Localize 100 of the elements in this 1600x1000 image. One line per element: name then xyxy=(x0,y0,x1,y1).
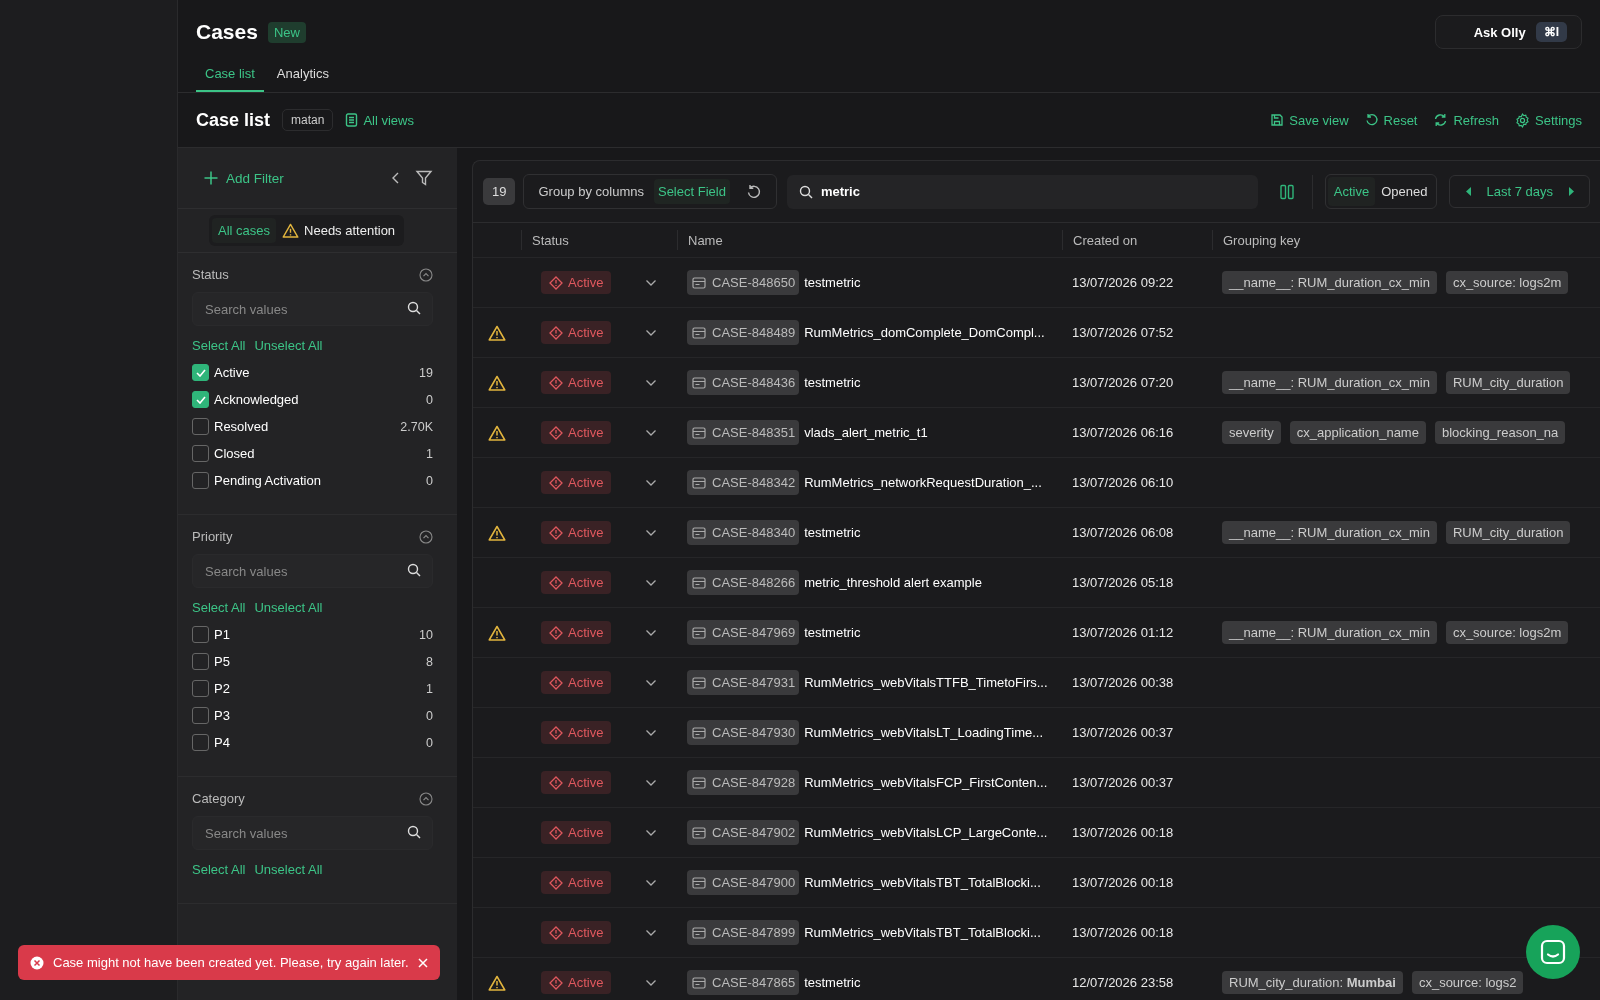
case-id-tag[interactable]: CASE-848342 xyxy=(687,470,800,495)
view-name-chip[interactable]: matan xyxy=(282,109,334,131)
chevron-down-icon[interactable] xyxy=(645,278,658,287)
close-icon[interactable] xyxy=(417,957,428,968)
chevron-down-icon[interactable] xyxy=(645,478,658,487)
chevron-down-icon[interactable] xyxy=(645,528,658,537)
chevron-down-icon[interactable] xyxy=(645,428,658,437)
case-id-tag[interactable]: CASE-847865 xyxy=(687,970,800,995)
select-all-link[interactable]: Select All xyxy=(192,600,246,615)
collapse-icon[interactable] xyxy=(419,529,433,544)
select-all-link[interactable]: Select All xyxy=(192,862,246,877)
all-views-link[interactable]: All views xyxy=(345,112,414,128)
case-id-tag[interactable]: CASE-847899 xyxy=(687,920,800,945)
grouping-key-tag: RUM_city_duration: Mumbai xyxy=(1222,971,1403,994)
checkbox[interactable] xyxy=(192,391,209,408)
chevron-down-icon[interactable] xyxy=(645,978,658,987)
collapse-icon[interactable] xyxy=(391,171,401,185)
chevron-down-icon[interactable] xyxy=(645,778,658,787)
case-id-tag[interactable]: CASE-848340 xyxy=(687,520,800,545)
column-header[interactable]: Grouping key xyxy=(1223,232,1301,248)
checkbox[interactable] xyxy=(192,418,209,435)
chevron-down-icon[interactable] xyxy=(645,828,658,837)
case-id-tag[interactable]: CASE-847931 xyxy=(687,670,800,695)
tab[interactable]: Case list xyxy=(196,58,264,92)
chevron-down-icon[interactable] xyxy=(645,928,658,937)
collapse-icon[interactable] xyxy=(419,267,433,282)
column-header[interactable]: Name xyxy=(688,232,723,248)
case-id-tag[interactable]: CASE-847900 xyxy=(687,870,800,895)
column-header[interactable]: Created on xyxy=(1073,232,1138,248)
scope-tab[interactable]: All cases xyxy=(212,218,277,243)
filter-group-title: Category xyxy=(192,791,245,806)
chevron-down-icon[interactable] xyxy=(645,728,658,737)
checkbox[interactable] xyxy=(192,445,209,462)
checkbox[interactable] xyxy=(192,364,209,381)
case-id-tag[interactable]: CASE-847969 xyxy=(687,620,800,645)
chevron-down-icon[interactable] xyxy=(645,878,658,887)
case-id-tag[interactable]: CASE-847928 xyxy=(687,770,800,795)
checkbox[interactable] xyxy=(192,472,209,489)
option-label: Pending Activation xyxy=(214,473,321,488)
case-id-tag[interactable]: CASE-848436 xyxy=(687,370,800,395)
alert-diamond-icon xyxy=(549,925,563,940)
chevron-down-icon[interactable] xyxy=(645,328,658,337)
add-filter-button[interactable]: Add Filter xyxy=(204,170,284,186)
checkbox[interactable] xyxy=(192,626,209,643)
case-id-tag[interactable]: CASE-848351 xyxy=(687,420,800,445)
chevron-down-icon[interactable] xyxy=(645,578,658,587)
unselect-all-link[interactable]: Unselect All xyxy=(254,600,323,615)
alert-diamond-icon xyxy=(549,875,563,890)
status-badge: Active xyxy=(541,971,612,994)
state-toggle-option[interactable]: Active xyxy=(1327,177,1376,206)
chevron-down-icon[interactable] xyxy=(645,378,658,387)
search-field[interactable]: Search values xyxy=(192,292,433,326)
select-field-button[interactable]: Select Field xyxy=(653,179,730,204)
scope-tab[interactable]: Needs attention xyxy=(276,218,402,243)
time-range-picker[interactable]: Last 7 days xyxy=(1448,175,1590,208)
undo-icon[interactable] xyxy=(745,183,762,200)
checkbox[interactable] xyxy=(192,680,209,697)
status-badge: Active xyxy=(541,571,612,594)
check-icon xyxy=(195,368,206,377)
tab[interactable]: Analytics xyxy=(267,58,338,92)
refresh-link[interactable]: Refresh xyxy=(1433,112,1499,128)
columns-icon[interactable] xyxy=(1279,183,1294,200)
state-toggle-option[interactable]: Opened xyxy=(1375,177,1434,206)
case-id-tag[interactable]: CASE-847930 xyxy=(687,720,800,745)
chevron-down-icon[interactable] xyxy=(645,628,658,637)
list-icon xyxy=(345,113,359,127)
previous-icon[interactable] xyxy=(1465,187,1472,196)
warning-icon xyxy=(488,374,506,391)
column-header[interactable]: Status xyxy=(532,232,569,248)
case-name: RumMetrics_webVitalsTTFB_TimetoFirs... xyxy=(804,675,1048,690)
case-id-tag[interactable]: CASE-848650 xyxy=(687,270,800,295)
checkbox[interactable] xyxy=(192,707,209,724)
unselect-all-link[interactable]: Unselect All xyxy=(254,862,323,877)
search-field[interactable]: metric xyxy=(786,174,1258,209)
reset-link[interactable]: Reset xyxy=(1364,112,1418,128)
warning-icon xyxy=(282,223,300,238)
warning-icon xyxy=(488,424,506,441)
checkbox[interactable] xyxy=(192,653,209,670)
next-icon[interactable] xyxy=(1568,187,1574,196)
case-id-tag[interactable]: CASE-848489 xyxy=(687,320,800,345)
created-date: 13/07/2026 00:37 xyxy=(1072,725,1174,740)
collapse-icon[interactable] xyxy=(419,791,433,806)
card-icon xyxy=(692,626,706,639)
case-name: RumMetrics_webVitalsTBT_TotalBlocki... xyxy=(804,875,1041,890)
search-field[interactable]: Search values xyxy=(192,554,433,588)
select-all-link[interactable]: Select All xyxy=(192,338,246,353)
ask-olly-button[interactable]: Ask Olly ⌘I xyxy=(1434,15,1582,49)
checkbox[interactable] xyxy=(192,734,209,751)
save-link[interactable]: Save view xyxy=(1270,112,1349,128)
case-id-tag[interactable]: CASE-847902 xyxy=(687,820,800,845)
unselect-all-link[interactable]: Unselect All xyxy=(254,338,323,353)
search-field[interactable]: Search values xyxy=(192,816,433,850)
chevron-down-icon[interactable] xyxy=(645,678,658,687)
case-id-tag[interactable]: CASE-848266 xyxy=(687,570,800,595)
card-icon xyxy=(692,976,706,989)
status-badge: Active xyxy=(541,521,612,544)
warning-icon xyxy=(488,974,506,991)
settings-link[interactable]: Settings xyxy=(1515,112,1582,128)
error-icon xyxy=(30,955,44,970)
filter-icon[interactable] xyxy=(415,169,433,187)
